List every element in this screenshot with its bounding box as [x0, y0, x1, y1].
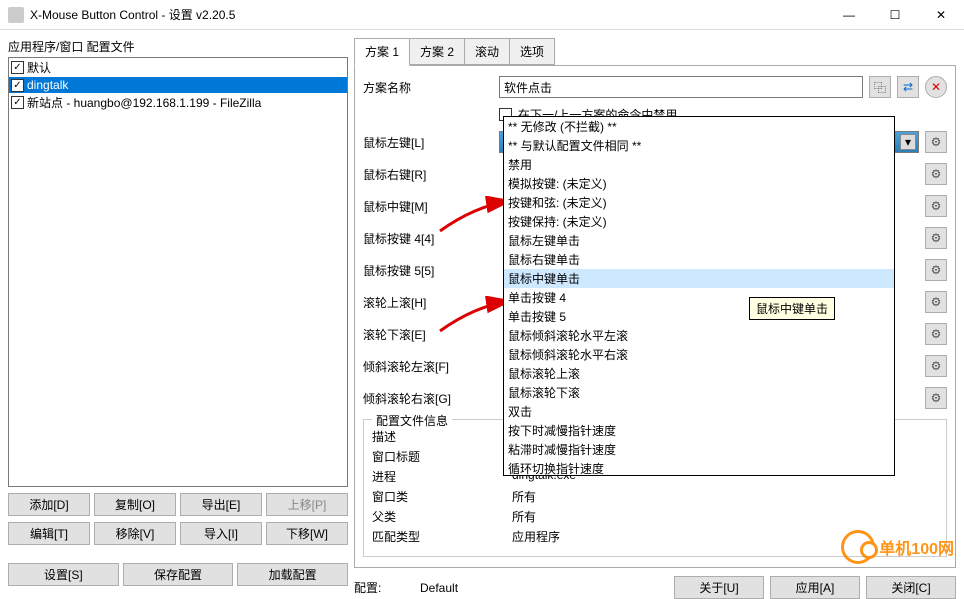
dropdown-item[interactable]: ** 与默认配置文件相同 **	[504, 136, 894, 155]
button-label: 倾斜滚轮左滚[F]	[363, 358, 493, 375]
dropdown-item[interactable]: 模拟按键: (未定义)	[504, 174, 894, 193]
window-title: X-Mouse Button Control - 设置 v2.20.5	[30, 6, 826, 23]
action-button[interactable]: 导入[I]	[180, 522, 262, 545]
minimize-button[interactable]: —	[826, 0, 872, 29]
maximize-button[interactable]: ☐	[872, 0, 918, 29]
tab[interactable]: 滚动	[464, 38, 510, 65]
gear-icon[interactable]: ⚙	[925, 387, 947, 409]
dropdown-item[interactable]: 鼠标滚轮下滚	[504, 383, 894, 402]
info-label: 窗口类	[372, 488, 512, 505]
dropdown-item[interactable]: 鼠标滚轮上滚	[504, 364, 894, 383]
button-label: 鼠标按键 5[5]	[363, 262, 493, 279]
dropdown-tooltip: 鼠标中键单击	[749, 297, 835, 320]
dropdown-item[interactable]: 鼠标中键单击	[504, 269, 894, 288]
button-label: 鼠标按键 4[4]	[363, 230, 493, 247]
button-label: 滚轮上滚[H]	[363, 294, 493, 311]
chevron-down-icon[interactable]: ▾	[900, 134, 916, 150]
gear-icon[interactable]: ⚙	[925, 291, 947, 313]
app-icon	[8, 7, 24, 23]
dropdown-item[interactable]: 鼠标倾斜滚轮水平右滚	[504, 345, 894, 364]
swap-button[interactable]: ⇄	[897, 76, 919, 98]
info-label: 父类	[372, 508, 512, 525]
profile-label: 新站点 - huangbo@192.168.1.199 - FileZilla	[27, 94, 261, 111]
button-label: 鼠标中键[M]	[363, 198, 493, 215]
action-button[interactable]: 编辑[T]	[8, 522, 90, 545]
action-button[interactable]: 设置[S]	[8, 563, 119, 586]
about-button[interactable]: 关于[U]	[674, 576, 764, 599]
info-value: 所有	[512, 508, 536, 525]
button-label: 倾斜滚轮右滚[G]	[363, 390, 493, 407]
gear-icon[interactable]: ⚙	[925, 323, 947, 345]
config-value: Default	[420, 581, 540, 595]
profile-label: dingtalk	[27, 78, 68, 92]
profile-checkbox[interactable]: ✓	[11, 79, 24, 92]
dropdown-item[interactable]: 循环切换指针速度	[504, 459, 894, 476]
action-button[interactable]: 保存配置	[123, 563, 234, 586]
tab[interactable]: 方案 2	[409, 38, 465, 65]
profile-item[interactable]: ✓新站点 - huangbo@192.168.1.199 - FileZilla	[9, 93, 347, 112]
action-button[interactable]: 导出[E]	[180, 493, 262, 516]
action-button[interactable]: 移除[V]	[94, 522, 176, 545]
action-button[interactable]: 下移[W]	[266, 522, 348, 545]
button-label: 鼠标左键[L]	[363, 134, 493, 151]
info-value: 所有	[512, 488, 536, 505]
info-label: 窗口标题	[372, 448, 512, 465]
copy-button[interactable]: ⿻	[869, 76, 891, 98]
config-label: 配置:	[354, 579, 414, 596]
profiles-label: 应用程序/窗口 配置文件	[8, 38, 348, 55]
plan-name-input[interactable]	[499, 76, 863, 98]
dropdown-item[interactable]: 鼠标右键单击	[504, 250, 894, 269]
info-group-title: 配置文件信息	[372, 412, 452, 429]
dropdown-item[interactable]: 双击	[504, 402, 894, 421]
gear-icon[interactable]: ⚙	[925, 259, 947, 281]
dropdown-item[interactable]: 按键保持: (未定义)	[504, 212, 894, 231]
info-value: 应用程序	[512, 528, 560, 545]
profile-item[interactable]: ✓dingtalk	[9, 77, 347, 93]
action-button: 上移[P]	[266, 493, 348, 516]
button-label: 滚轮下滚[E]	[363, 326, 493, 343]
gear-icon[interactable]: ⚙	[925, 227, 947, 249]
apply-button[interactable]: 应用[A]	[770, 576, 860, 599]
action-button[interactable]: 添加[D]	[8, 493, 90, 516]
plan-name-label: 方案名称	[363, 79, 493, 96]
close-button[interactable]: ✕	[918, 0, 964, 29]
action-button[interactable]: 复制[O]	[94, 493, 176, 516]
info-label: 描述	[372, 428, 512, 445]
close-settings-button[interactable]: 关闭[C]	[866, 576, 956, 599]
dropdown-item[interactable]: 鼠标左键单击	[504, 231, 894, 250]
dropdown-item[interactable]: 按键和弦: (未定义)	[504, 193, 894, 212]
dropdown-item[interactable]: 单击按键 5	[504, 307, 894, 326]
profile-item[interactable]: ✓默认	[9, 58, 347, 77]
dropdown-item[interactable]: 单击按键 4	[504, 288, 894, 307]
profile-label: 默认	[27, 59, 51, 76]
dropdown-item[interactable]: 禁用	[504, 155, 894, 174]
tab[interactable]: 选项	[509, 38, 555, 65]
dropdown-item[interactable]: ** 无修改 (不拦截) **	[504, 117, 894, 136]
gear-icon[interactable]: ⚙	[925, 195, 947, 217]
profile-checkbox[interactable]: ✓	[11, 61, 24, 74]
button-label: 鼠标右键[R]	[363, 166, 493, 183]
info-label: 匹配类型	[372, 528, 512, 545]
dropdown-item[interactable]: 按下时减慢指针速度	[504, 421, 894, 440]
dropdown-item[interactable]: 鼠标倾斜滚轮水平左滚	[504, 326, 894, 345]
action-button[interactable]: 加载配置	[237, 563, 348, 586]
delete-button[interactable]: ✕	[925, 76, 947, 98]
gear-icon[interactable]: ⚙	[925, 355, 947, 377]
gear-icon[interactable]: ⚙	[925, 131, 947, 153]
tab[interactable]: 方案 1	[354, 38, 410, 66]
profile-checkbox[interactable]: ✓	[11, 96, 24, 109]
dropdown-item[interactable]: 粘滞时减慢指针速度	[504, 440, 894, 459]
info-label: 进程	[372, 468, 512, 485]
gear-icon[interactable]: ⚙	[925, 163, 947, 185]
profiles-list[interactable]: ✓默认✓dingtalk✓新站点 - huangbo@192.168.1.199…	[8, 57, 348, 487]
action-dropdown[interactable]: 鼠标中键单击 ** 无修改 (不拦截) **** 与默认配置文件相同 **禁用模…	[503, 116, 895, 476]
